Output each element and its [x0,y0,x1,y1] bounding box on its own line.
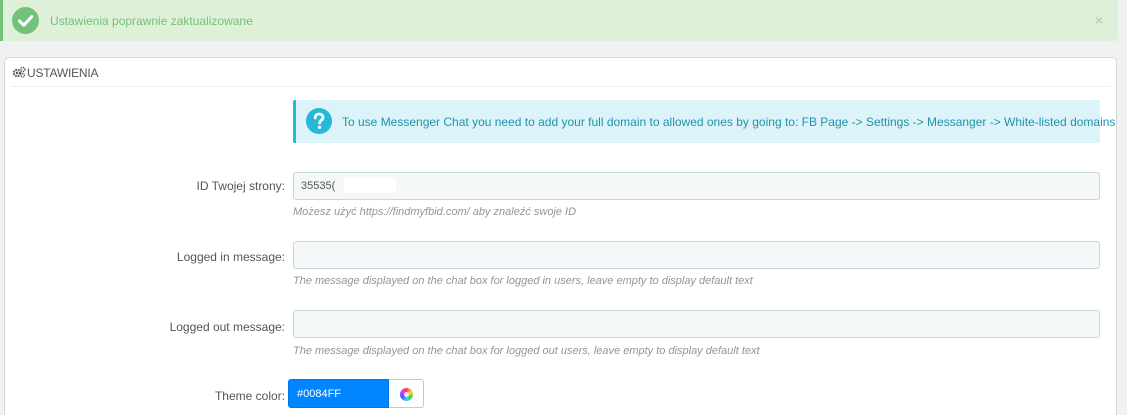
page-id-help: Możesz użyć https://findmyfbid.com/ aby … [293,206,577,218]
logged-in-input[interactable] [293,241,1100,269]
info-text: To use Messenger Chat you need to add yo… [342,115,1116,129]
logged-in-help: The message displayed on the chat box fo… [293,275,753,287]
cogs-icon [12,66,26,78]
color-picker-button[interactable] [389,379,424,408]
page-id-input[interactable]: 35535( [293,172,1100,200]
theme-color-value: #0084FF [297,388,342,400]
info-alert: To use Messenger Chat you need to add yo… [293,100,1115,143]
logged-out-input[interactable] [293,310,1100,338]
logged-out-label: Logged out message: [169,320,285,334]
logged-in-label: Logged in message: [176,250,285,264]
redacted-mask [344,178,396,193]
color-wheel-icon [400,388,413,401]
panel-title: USTAWIENIA [27,66,99,80]
question-circle-icon [306,108,332,134]
settings-panel: USTAWIENIA To use Messenger Chat you nee… [4,57,1117,415]
theme-color-label: Theme color: [214,389,285,403]
page-id-label: ID Twojej strony: [196,179,285,193]
success-message: Ustawienia poprawnie zaktualizowane [50,14,253,28]
page-id-value: 35535( [301,180,336,192]
logged-out-help: The message displayed on the chat box fo… [293,345,760,357]
theme-color-input[interactable]: #0084FF [288,379,389,408]
check-circle-icon [12,7,39,34]
panel-heading: USTAWIENIA [11,58,1110,87]
close-icon[interactable]: × [1095,12,1103,28]
success-alert: Ustawienia poprawnie zaktualizowane × [0,0,1118,41]
